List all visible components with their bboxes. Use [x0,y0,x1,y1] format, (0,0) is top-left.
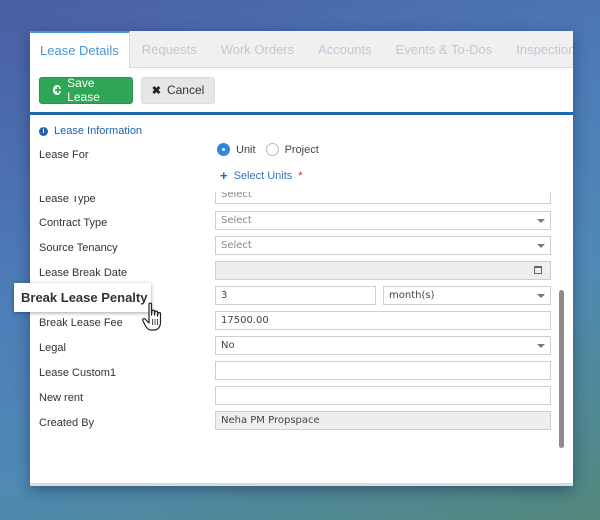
lease-type-label: Lease Type [39,193,96,205]
legal-select[interactable]: No [215,336,551,355]
field-label-tooltip: Break Lease Penalty [14,283,151,312]
tooltip-text: Break Lease Penalty [21,290,148,305]
radio-project-label: Project [284,143,319,156]
tab-inspections[interactable]: Inspections [504,31,573,67]
lease-type-select[interactable]: Select [215,189,551,204]
break-lease-fee-value: 17500.00 [221,315,269,326]
chevron-down-icon [537,244,545,248]
created-by-label: Created By [39,417,95,429]
save-lease-label: Save Lease [67,76,100,104]
close-icon: ✖ [151,84,161,97]
created-by-value: Neha PM Propspace [221,415,320,426]
cancel-button[interactable]: ✖ Cancel [141,76,215,104]
lease-break-date-label: Lease Break Date [39,267,128,279]
tab-requests[interactable]: Requests [130,31,209,67]
lease-for-label: Lease For [39,149,89,161]
required-mark: * [298,169,303,182]
break-lease-penalty-input[interactable]: 3 [215,286,376,305]
hand-pointer-cursor-icon [142,302,162,331]
legal-value: No [221,340,235,351]
tab-bar: Lease Details Requests Work Orders Accou… [30,31,573,68]
chevron-down-icon [537,219,545,223]
source-tenancy-select[interactable]: Select [215,236,551,255]
lease-type-value: Select [221,189,252,200]
select-units-label: Select Units [233,169,293,182]
radio-unit[interactable] [217,143,230,156]
calendar-icon[interactable] [534,266,542,274]
tab-work-orders[interactable]: Work Orders [209,31,306,67]
section-title-text: Lease Information [54,125,143,137]
radio-project[interactable] [265,143,279,156]
plus-circle-icon [53,85,62,95]
break-lease-fee-input[interactable]: 17500.00 [215,311,551,330]
penalty-unit-value: month(s) [389,290,435,301]
select-units-link[interactable]: + Select Units * [220,168,303,183]
tab-events-todos[interactable]: Events & To-Dos [384,31,505,67]
contract-type-label: Contract Type [39,217,108,229]
radio-unit-label: Unit [236,143,256,156]
info-icon: i [39,126,48,136]
chevron-down-icon [537,294,545,298]
cancel-label: Cancel [166,83,205,97]
lease-break-date-input[interactable] [215,261,551,280]
save-lease-button[interactable]: Save Lease [39,76,133,104]
new-rent-input[interactable] [215,386,551,405]
contract-type-select[interactable]: Select [215,211,551,230]
chevron-down-icon [537,344,545,348]
source-tenancy-label: Source Tenancy [39,242,118,254]
penalty-unit-select[interactable]: month(s) [383,286,551,305]
lease-custom1-input[interactable] [215,361,551,380]
contract-type-value: Select [221,215,252,226]
source-tenancy-value: Select [221,240,252,251]
break-lease-fee-label: Break Lease Fee [39,317,123,329]
lease-custom1-label: Lease Custom1 [39,367,117,379]
lease-for-radio-group: Unit Project [217,143,329,156]
break-lease-penalty-value: 3 [221,290,228,301]
section-title: i Lease Information [39,125,142,137]
plus-icon: + [220,168,228,183]
tab-lease-details[interactable]: Lease Details [30,31,130,68]
tab-accounts[interactable]: Accounts [306,31,383,67]
legal-label: Legal [39,342,66,354]
scrollbar[interactable] [559,290,564,448]
lease-window: Lease Details Requests Work Orders Accou… [30,31,573,486]
new-rent-label: New rent [39,392,84,404]
created-by-input: Neha PM Propspace [215,411,551,430]
toolbar: Save Lease ✖ Cancel [30,68,573,115]
